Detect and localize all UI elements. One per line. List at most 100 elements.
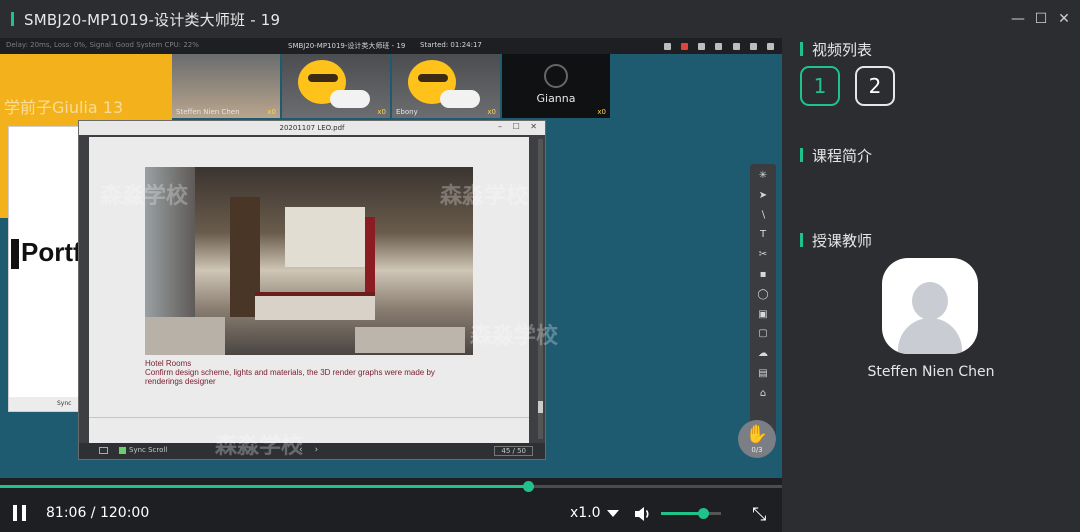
progress-fill xyxy=(0,485,529,488)
watermark: 森淼学校 xyxy=(440,184,529,209)
background-document-window[interactable]: Portf Sync xyxy=(8,126,84,412)
sunglasses-icon xyxy=(418,74,448,82)
select-pointer-icon[interactable]: ➤ xyxy=(756,190,770,202)
trash-icon[interactable]: ▪ xyxy=(756,269,770,281)
section-accent xyxy=(800,233,803,247)
raise-hand-button[interactable]: ✋ 0/3 xyxy=(738,420,776,458)
participant-score: x0 xyxy=(487,108,496,116)
playback-time: 81:06 / 120:00 xyxy=(46,505,149,521)
speed-selector[interactable]: x1.0 xyxy=(570,505,601,521)
participant-name: Steffen Nien Chen xyxy=(176,108,240,116)
close-icon xyxy=(766,42,774,50)
image-icon[interactable]: ▣ xyxy=(756,309,770,321)
course-intro-title[interactable]: 课程简介 xyxy=(812,145,872,166)
close-button[interactable]: ✕ xyxy=(1054,9,1074,29)
caption-line: renderings designer xyxy=(145,377,216,386)
render-sofa xyxy=(145,317,225,355)
background-text: 学前子Giulia 13 xyxy=(4,98,124,117)
video-list-title: 视频列表 xyxy=(812,41,873,59)
user-icon xyxy=(898,318,962,354)
course-sidebar: 视频列表 1 2 课程简介 授课教师 Steffen Nien Chen xyxy=(782,38,1080,532)
camera-off-icon xyxy=(544,64,568,88)
watermark: 森淼学校 xyxy=(470,324,559,349)
maximize-icon xyxy=(749,42,757,50)
next-page-button[interactable]: › xyxy=(315,445,331,455)
maximize-button[interactable]: ☐ xyxy=(1031,9,1051,29)
volume-handle[interactable] xyxy=(698,508,709,519)
participant-tile[interactable]: x0 xyxy=(282,54,390,118)
broadcast-icon[interactable]: ⌂ xyxy=(756,388,770,400)
episode-button-2[interactable]: 2 xyxy=(855,66,895,106)
teacher-avatar xyxy=(882,258,978,354)
title-bar: SMBJ20-MP1019-设计类大师班 - 19 — ☐ ✕ xyxy=(0,0,1080,38)
annotation-toolbar: ✳ ➤ ∖ T ✂ ▪ ◯ ▣ ▢ ☁ ▤ ⌂ xyxy=(750,164,776,446)
pause-button[interactable] xyxy=(12,505,28,521)
window-footer: Sync xyxy=(9,397,83,411)
chat-icon[interactable]: ▢ xyxy=(756,328,770,340)
record-status-icon xyxy=(681,42,689,50)
volume-icon[interactable] xyxy=(634,506,652,522)
thumbnail-grid-icon[interactable] xyxy=(99,447,108,454)
fullscreen-button[interactable]: ⤡ xyxy=(752,504,772,525)
sync-label: Sync xyxy=(57,400,72,407)
pdf-filename: 20201107 LEO.pdf xyxy=(79,121,545,135)
caption-line: Hotel Rooms xyxy=(145,359,192,368)
render-wall xyxy=(285,207,365,267)
pdf-viewer-window[interactable]: 20201107 LEO.pdf – ☐ ✕ Hotel Rooms Confi… xyxy=(78,120,546,460)
record-icon[interactable]: ◯ xyxy=(756,289,770,301)
participant-score: x0 xyxy=(267,108,276,116)
participant-tile[interactable]: Ebony x0 xyxy=(392,54,500,118)
title-accent-bar xyxy=(11,12,14,26)
pause-icon xyxy=(13,505,17,521)
participant-tile[interactable]: Gianna x0 xyxy=(502,54,610,118)
pdf-scrollbar[interactable] xyxy=(538,139,543,439)
watermark: (中国) xyxy=(14,379,55,395)
sync-scroll-label: Sync Scroll xyxy=(129,446,168,454)
volume-slider[interactable] xyxy=(661,508,721,519)
player-controls: 81:06 / 120:00 x1.0 ⤡ xyxy=(0,478,782,532)
participant-tile[interactable]: Steffen Nien Chen x0 xyxy=(172,54,280,118)
cloud-icon xyxy=(440,90,480,108)
watermark: 森淼学校 xyxy=(100,184,189,209)
pdf-window-controls[interactable]: – ☐ ✕ xyxy=(498,122,541,131)
sunglasses-icon xyxy=(308,74,338,82)
scroll-thumb[interactable] xyxy=(538,401,543,413)
minimize-button[interactable]: — xyxy=(1008,9,1028,29)
pen-icon[interactable]: ∖ xyxy=(756,210,770,222)
cloud-icon xyxy=(330,90,370,108)
whiteboard-icon[interactable]: ▤ xyxy=(756,368,770,380)
volume-fill xyxy=(661,512,703,515)
settings-icon xyxy=(698,42,706,50)
connection-stats: Delay: 20ms, Loss: 0%, Signal: Good Syst… xyxy=(6,41,199,49)
text-icon[interactable]: T xyxy=(756,229,770,241)
hand-count: 0/3 xyxy=(751,446,763,454)
progress-handle[interactable] xyxy=(523,481,535,492)
participant-name: Ebony xyxy=(396,108,418,116)
page-indicator[interactable]: 45 / 50 xyxy=(494,446,533,456)
heading-bar xyxy=(11,239,19,269)
episode-button-1[interactable]: 1 xyxy=(800,66,840,106)
pdf-footer: Sync Scroll ‹› 45 / 50 xyxy=(79,443,545,459)
watermark: 森淼学校 xyxy=(215,434,304,459)
render-bed xyxy=(255,292,375,320)
remote-icons xyxy=(664,40,774,52)
lock-icon xyxy=(664,42,671,50)
participant-name: Gianna xyxy=(536,92,576,105)
pause-icon xyxy=(22,505,26,521)
sync-checkbox[interactable] xyxy=(119,447,126,454)
video-player-area[interactable]: Delay: 20ms, Loss: 0%, Signal: Good Syst… xyxy=(0,38,782,478)
teacher-title: 授课教师 xyxy=(812,232,873,250)
scissors-icon[interactable]: ✂ xyxy=(756,249,770,261)
cloud-icon[interactable]: ☁ xyxy=(756,348,770,360)
section-accent xyxy=(800,42,803,56)
progress-bar[interactable] xyxy=(0,481,782,492)
laser-pointer-icon[interactable]: ✳ xyxy=(756,170,770,182)
chevron-down-icon[interactable] xyxy=(607,510,619,517)
page-nav[interactable]: ‹› xyxy=(299,445,330,455)
teacher-name: Steffen Nien Chen xyxy=(867,364,995,380)
minimize-icon xyxy=(732,42,740,50)
participant-score: x0 xyxy=(597,108,606,116)
participant-strip: Steffen Nien Chen x0 x0 Ebony x0 Gianna … xyxy=(172,54,610,118)
hotel-room-render xyxy=(145,167,473,355)
remote-title: SMBJ20-MP1019-设计类大师班 - 19 xyxy=(288,42,406,50)
